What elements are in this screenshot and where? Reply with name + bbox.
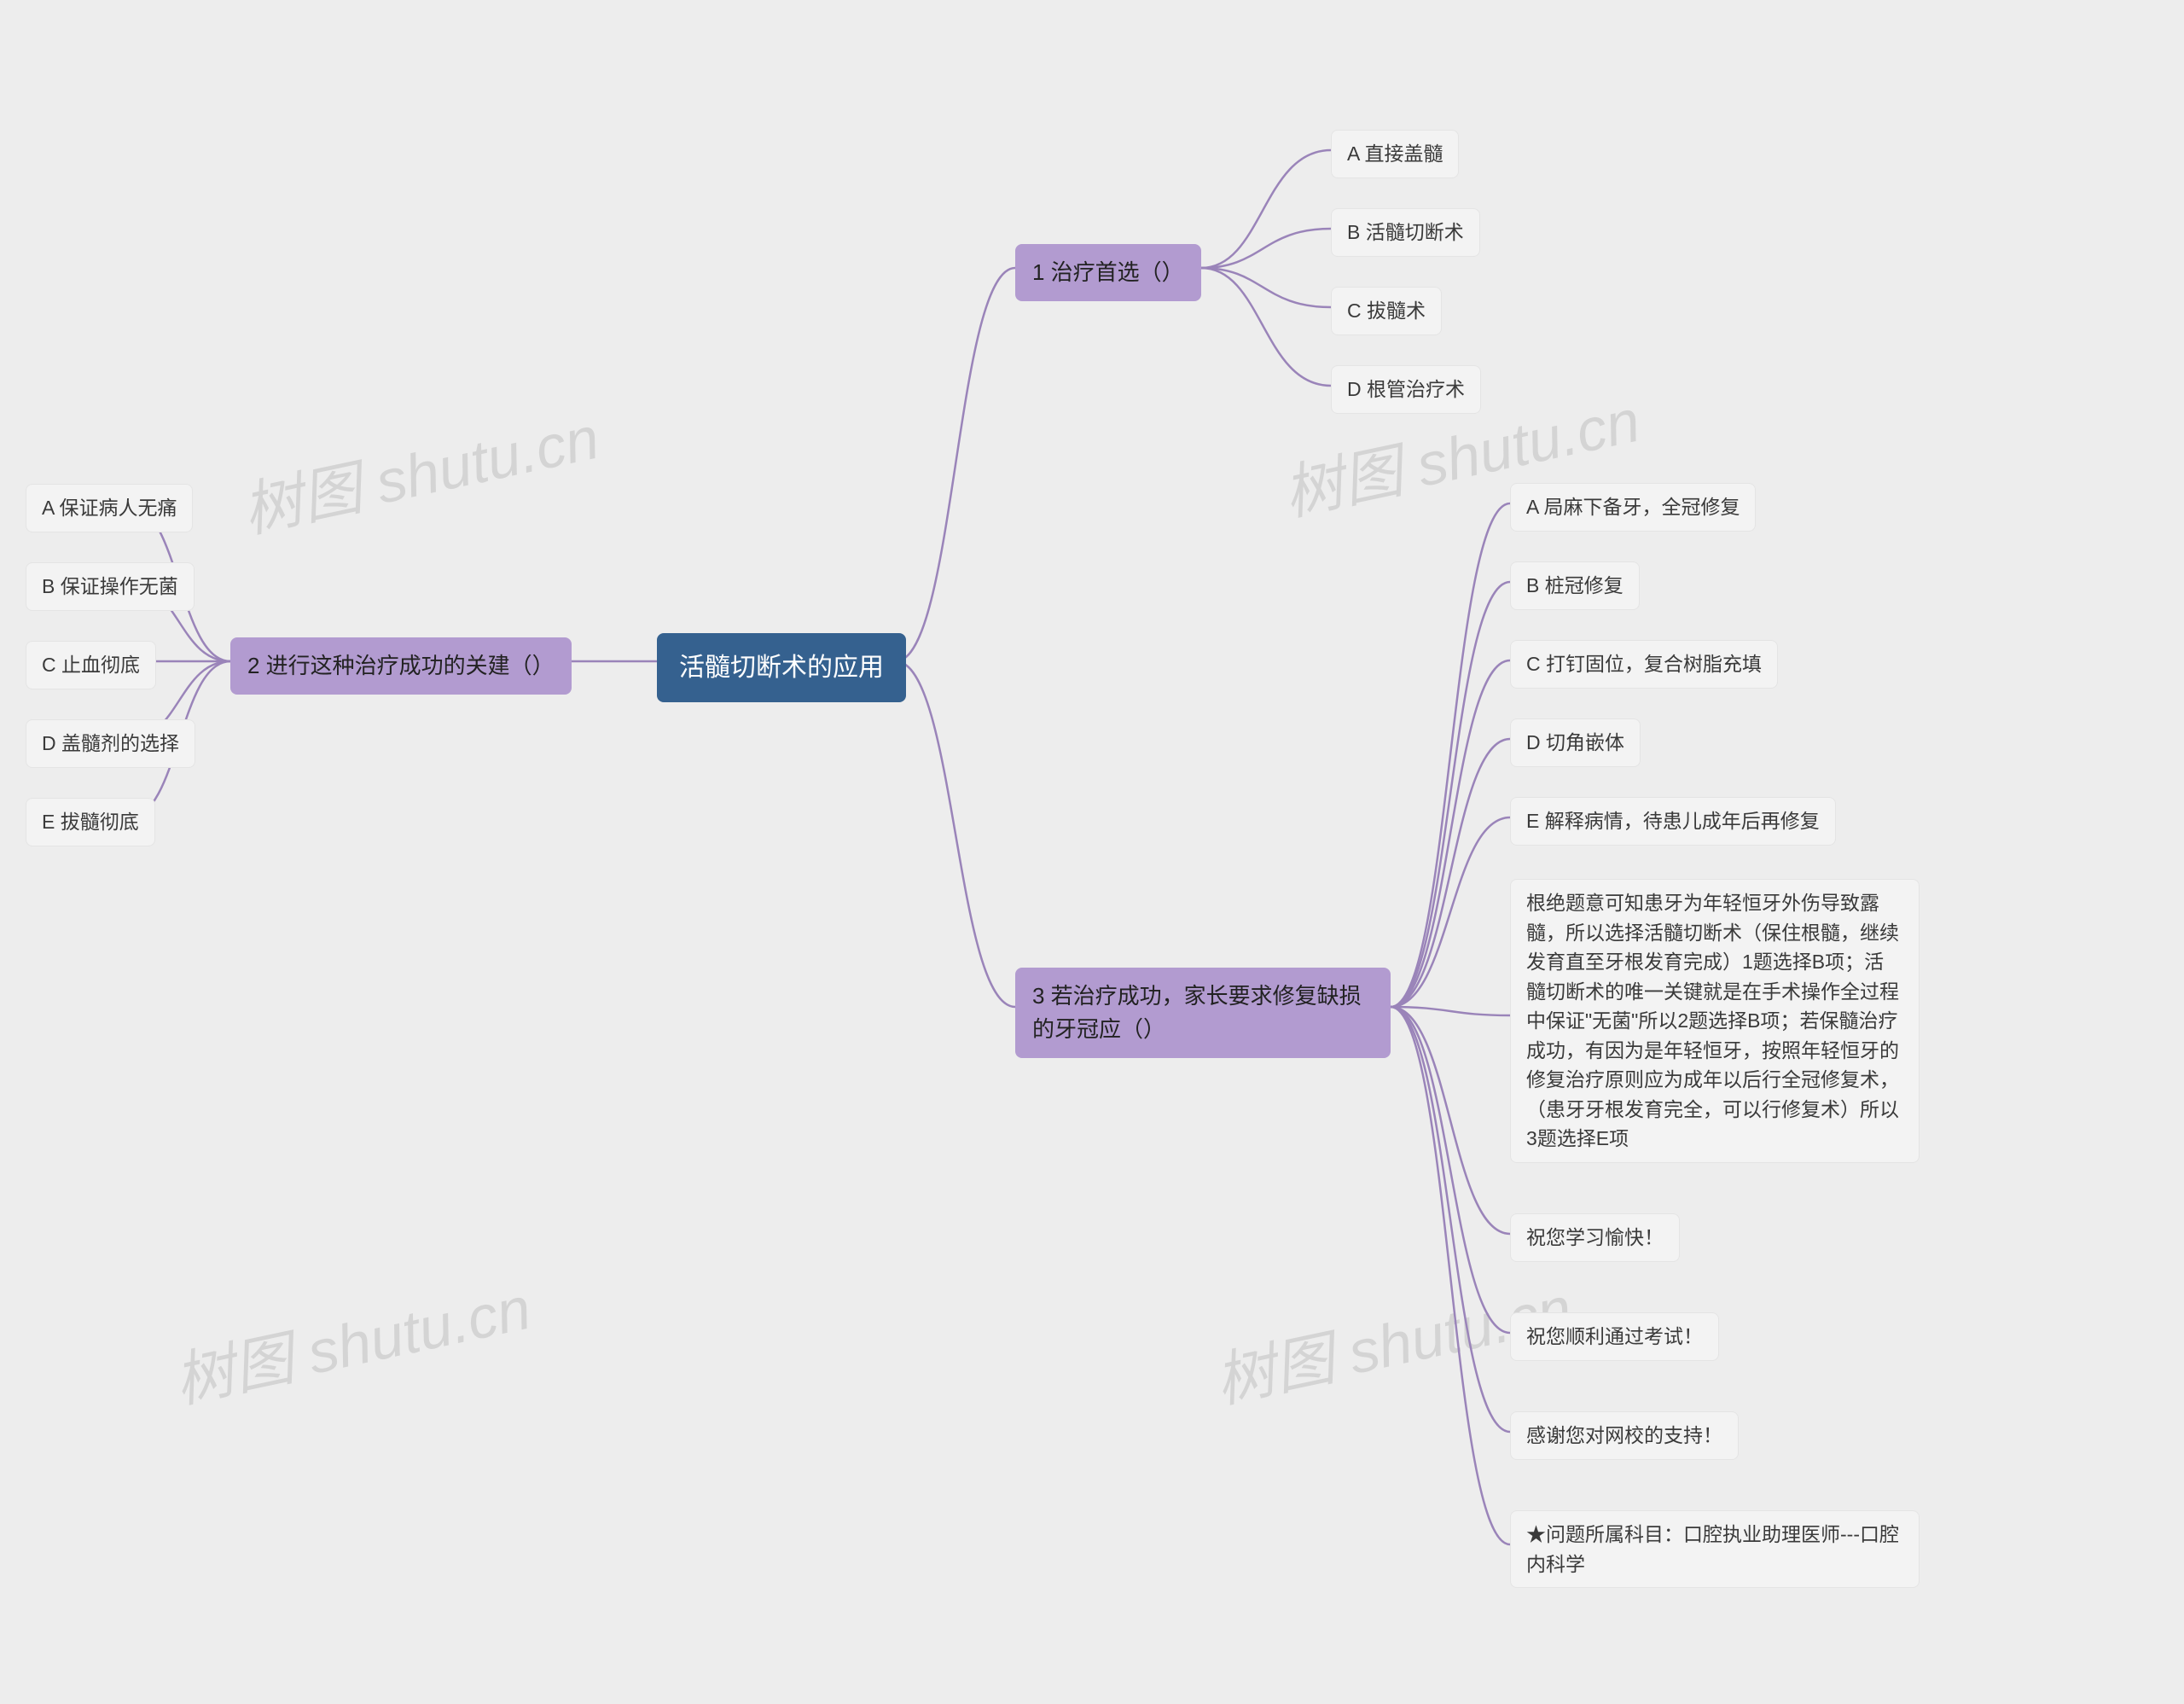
- leaf-label: E 拔髓彻底: [42, 811, 139, 833]
- branch-1-label: 1 治疗首选（）: [1032, 259, 1184, 285]
- leaf-label: B 保证操作无菌: [42, 575, 178, 597]
- leaf-node[interactable]: B 桩冠修复: [1510, 561, 1640, 610]
- leaf-node[interactable]: 感谢您对网校的支持！: [1510, 1411, 1739, 1460]
- leaf-node[interactable]: B 保证操作无菌: [26, 562, 195, 611]
- leaf-label: C 拔髓术: [1347, 300, 1426, 322]
- leaf-node[interactable]: D 盖髓剂的选择: [26, 719, 195, 768]
- leaf-node[interactable]: A 局麻下备牙，全冠修复: [1510, 483, 1756, 532]
- leaf-label: D 盖髓剂的选择: [42, 732, 179, 754]
- watermark: 树图 shutu.cn: [234, 390, 606, 550]
- branch-2-label: 2 进行这种治疗成功的关建（）: [247, 653, 555, 678]
- leaf-label: E 解释病情，待患儿成年后再修复: [1526, 810, 1820, 832]
- leaf-node-subject[interactable]: ★问题所属科目：口腔执业助理医师---口腔内科学: [1510, 1510, 1920, 1588]
- branch-3-label: 3 若治疗成功，家长要求修复缺损的牙冠应（）: [1032, 983, 1362, 1042]
- branch-node-1[interactable]: 1 治疗首选（）: [1015, 244, 1201, 301]
- leaf-node[interactable]: A 直接盖髓: [1331, 130, 1459, 178]
- leaf-label: A 局麻下备牙，全冠修复: [1526, 496, 1740, 518]
- leaf-node[interactable]: 祝您学习愉快！: [1510, 1213, 1680, 1262]
- watermark: 树图 shutu.cn: [166, 1260, 537, 1420]
- leaf-label: A 保证病人无痛: [42, 497, 177, 519]
- leaf-node[interactable]: 祝您顺利通过考试！: [1510, 1312, 1719, 1361]
- leaf-node-explanation[interactable]: 根绝题意可知患牙为年轻恒牙外伤导致露髓，所以选择活髓切断术（保住根髓，继续发育直…: [1510, 879, 1920, 1163]
- leaf-node[interactable]: B 活髓切断术: [1331, 208, 1480, 257]
- mindmap-canvas: 树图 shutu.cn 树图 shutu.cn 树图 shutu.cn 树图 s…: [0, 0, 2184, 1704]
- leaf-label: 祝您学习愉快！: [1526, 1226, 1664, 1248]
- branch-node-3[interactable]: 3 若治疗成功，家长要求修复缺损的牙冠应（）: [1015, 968, 1391, 1058]
- leaf-label: ★问题所属科目：口腔执业助理医师---口腔内科学: [1526, 1523, 1899, 1575]
- leaf-label: C 打钉固位，复合树脂充填: [1526, 653, 1762, 675]
- leaf-node[interactable]: C 止血彻底: [26, 641, 156, 689]
- leaf-label: B 桩冠修复: [1526, 574, 1623, 596]
- leaf-node[interactable]: D 根管治疗术: [1331, 365, 1481, 414]
- leaf-label: 根绝题意可知患牙为年轻恒牙外伤导致露髓，所以选择活髓切断术（保住根髓，继续发育直…: [1526, 892, 1899, 1149]
- root-label: 活髓切断术的应用: [679, 654, 884, 682]
- leaf-label: C 止血彻底: [42, 654, 140, 676]
- leaf-node[interactable]: C 拔髓术: [1331, 287, 1442, 335]
- root-node[interactable]: 活髓切断术的应用: [657, 633, 906, 702]
- leaf-node[interactable]: D 切角嵌体: [1510, 718, 1641, 767]
- leaf-node[interactable]: C 打钉固位，复合树脂充填: [1510, 640, 1778, 689]
- leaf-label: A 直接盖髓: [1347, 142, 1443, 165]
- leaf-label: 祝您顺利通过考试！: [1526, 1325, 1703, 1347]
- leaf-node[interactable]: A 保证病人无痛: [26, 484, 193, 532]
- leaf-node[interactable]: E 解释病情，待患儿成年后再修复: [1510, 797, 1836, 846]
- leaf-label: B 活髓切断术: [1347, 221, 1464, 243]
- leaf-node[interactable]: E 拔髓彻底: [26, 798, 155, 846]
- leaf-label: 感谢您对网校的支持！: [1526, 1424, 1722, 1446]
- leaf-label: D 根管治疗术: [1347, 378, 1465, 400]
- leaf-label: D 切角嵌体: [1526, 731, 1624, 753]
- branch-node-2[interactable]: 2 进行这种治疗成功的关建（）: [230, 637, 572, 695]
